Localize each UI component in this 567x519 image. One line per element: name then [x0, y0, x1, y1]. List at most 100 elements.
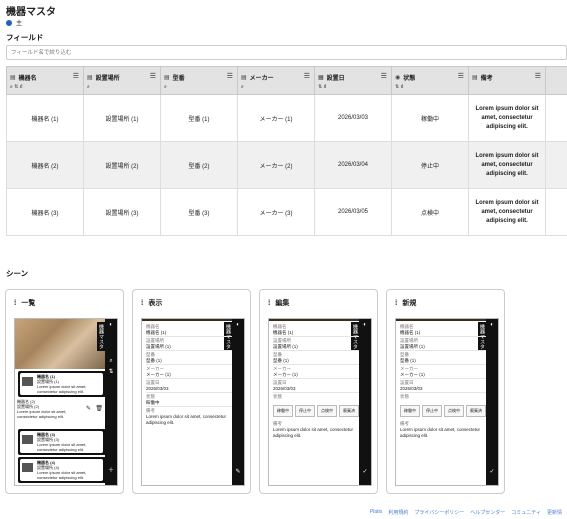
cell-name: 機器名 (2) — [6, 141, 84, 189]
cell-note: Lorem ipsum dolor sit amet, consectetur … — [468, 141, 546, 189]
footer-links: Platio 利用規約 プライバシーポリシー ヘルプセンター コミュニティ 更新… — [370, 509, 562, 516]
status-chip[interactable]: 稼働中 — [400, 405, 420, 417]
header-image — [15, 319, 107, 369]
search-sort-icons: ⌕ ⇅ ıl — [10, 84, 23, 90]
column-menu-icon[interactable]: ☰ — [458, 72, 464, 80]
status-chip[interactable]: 停止中 — [295, 405, 315, 417]
status-chip[interactable]: 停止中 — [422, 405, 442, 417]
cell-extra — [545, 94, 567, 142]
search-icon: ⌕ — [87, 84, 90, 90]
column-header-extra — [545, 66, 567, 95]
cell-name: 機器名 (3) — [6, 188, 84, 236]
column-menu-icon[interactable]: ☰ — [150, 72, 156, 80]
cell-model: 型番 (3) — [160, 188, 238, 236]
drag-handle-icon[interactable]: ⁞ — [141, 300, 143, 307]
footer-link[interactable]: ヘルプセンター — [470, 509, 505, 516]
fields-table: ▤ 機器名 ☰ ⌕ ⇅ ıl ▤ 設置場所 ☰ ⌕ ▤ 型番 ☰ ⌕ ▤ メーカー ☰ ⌕ ▦ 設置日 ☰ ⇅… — [6, 66, 567, 236]
cell-extra — [545, 188, 567, 236]
footer-link[interactable]: 更新情 — [547, 509, 562, 516]
column-menu-icon[interactable]: ☰ — [535, 72, 541, 80]
header-bar — [142, 319, 234, 321]
edit-icon[interactable]: ✎ — [86, 406, 91, 412]
list-item[interactable]: 機器名 (1) 設置場所 (1) Lorem ipsum dolor sit ame… — [18, 371, 107, 397]
cell-date: 2026/03/04 — [314, 141, 392, 189]
scene-card-view[interactable]: ⁞ 表示 機器マスタ ◐ ✎ 機器名 機器名 (1) 設置場所 設置場所 (1) 型番型… — [132, 289, 251, 494]
delete-icon[interactable]: 🗑 — [95, 406, 103, 412]
footer-link[interactable]: Platio — [370, 509, 383, 516]
column-menu-icon[interactable]: ☰ — [73, 72, 79, 80]
table-row: 機器名 (1) 設置場所 (1) 型番 (1) メーカー (1) 2026/03… — [6, 94, 567, 142]
search-icon: ⌕ — [164, 84, 167, 90]
list-icon: ▤ — [241, 75, 247, 81]
scene-label: 一覧 — [21, 300, 36, 307]
status-chip[interactable]: 点検中 — [317, 405, 337, 417]
drag-handle-icon[interactable]: ⁞ — [395, 300, 397, 307]
scenes-heading: シーン — [6, 269, 29, 278]
cell-name: 機器名 (1) — [6, 94, 84, 142]
column-menu-icon[interactable]: ☰ — [304, 72, 310, 80]
drag-handle-icon[interactable]: ⁞ — [14, 300, 16, 307]
list-icon: ▤ — [10, 75, 16, 81]
column-header-note[interactable]: ▤ 備考 ☰ — [468, 66, 546, 95]
scene-label: 表示 — [148, 300, 163, 307]
list-icon: ▤ — [472, 75, 478, 81]
cell-model: 型番 (1) — [160, 94, 238, 142]
scene-label: 編集 — [275, 300, 290, 307]
footer-link[interactable]: プライバシーポリシー — [414, 509, 464, 516]
sort-icons: ⇅ ıl — [395, 84, 404, 90]
primary-label: 主 — [16, 21, 23, 27]
cell-maker: メーカー (3) — [237, 188, 315, 236]
cell-status: 稼働中 — [391, 94, 469, 142]
column-header-place[interactable]: ▤ 設置場所 ☰ ⌕ — [83, 66, 161, 95]
column-header-status[interactable]: ◉ 状態 ☰ ⇅ ıl — [391, 66, 469, 95]
status-chip[interactable]: 廃棄済 — [466, 405, 486, 417]
theme-icon: ◐ — [490, 322, 494, 328]
status-chips: 稼働中 停止中 点検中 廃棄済 — [273, 405, 359, 417]
footer-link[interactable]: 利用規約 — [388, 509, 408, 516]
scene-card-list[interactable]: ⁞ 一覧 機器マスタ ◐ ⌕ ⇅ ＋ 機器名 (1) 設置場所 (1) Lorem ipsu… — [5, 289, 124, 494]
primary-dot-icon — [6, 19, 12, 26]
scene-card-edit[interactable]: ⁞ 編集 機器マスタ ◐ ✓ 機器名 機器名 (1) 設置場所 設置場所 (1) 型番型… — [259, 289, 378, 494]
theme-icon: ◐ — [236, 322, 240, 328]
drag-handle-icon[interactable]: ⁞ — [268, 300, 270, 307]
edit-icon[interactable]: ✎ — [232, 468, 244, 475]
phone-preview: 機器マスタ ◐ ✓ 機器名 機器名 (1) 設置場所 設置場所 (1) 型番 型番 (1… — [395, 318, 499, 486]
list-icon: ▤ — [87, 75, 93, 81]
table-row: 機器名 (3) 設置場所 (3) 型番 (3) メーカー (3) 2026/03… — [6, 188, 567, 236]
column-menu-icon[interactable]: ☰ — [227, 72, 233, 80]
header-bar — [396, 319, 488, 321]
column-header-maker[interactable]: ▤ メーカー ☰ ⌕ — [237, 66, 315, 95]
status-chip[interactable]: 廃棄済 — [339, 405, 359, 417]
sort-icons: ⇅ ıl — [318, 84, 327, 90]
swiped-list-item[interactable]: 機器名 (2) 設置場所 (2) Lorem ipsum dolor sit ame… — [17, 399, 105, 429]
phone-preview: 機器マスタ ◐ ✓ 機器名 機器名 (1) 設置場所 設置場所 (1) 型番 型番 (1… — [268, 318, 372, 486]
status-chip[interactable]: 稼働中 — [273, 405, 293, 417]
list-icon: ▤ — [164, 75, 170, 81]
side-toolbar: ◐ ✓ — [359, 319, 371, 485]
footer-link[interactable]: コミュニティ — [511, 509, 541, 516]
column-header-model[interactable]: ▤ 型番 ☰ ⌕ — [160, 66, 238, 95]
list-item[interactable]: 機器名 (4) 設置場所 (4) Lorem ipsum dolor sit ame… — [18, 457, 107, 483]
cell-note: Lorem ipsum dolor sit amet, consectetur … — [468, 94, 546, 142]
status-chip[interactable]: 点検中 — [444, 405, 464, 417]
fields-heading: フィールド — [6, 33, 44, 42]
thumbnail-icon — [22, 463, 33, 472]
column-header-date[interactable]: ▦ 設置日 ☰ ⇅ ıl — [314, 66, 392, 95]
table-row: 機器名 (2) 設置場所 (2) 型番 (2) メーカー (2) 2026/03… — [6, 141, 567, 189]
list-item[interactable]: 機器名 (3) 設置場所 (3) Lorem ipsum dolor sit ame… — [18, 429, 107, 455]
search-icon: ⌕ — [241, 84, 244, 90]
cell-place: 設置場所 (2) — [83, 141, 161, 189]
column-menu-icon[interactable]: ☰ — [381, 72, 387, 80]
cell-note: Lorem ipsum dolor sit amet, consectetur … — [468, 188, 546, 236]
cell-model: 型番 (2) — [160, 141, 238, 189]
scene-card-new[interactable]: ⁞ 新規 機器マスタ ◐ ✓ 機器名 機器名 (1) 設置場所 設置場所 (1) 型番型… — [386, 289, 505, 494]
theme-icon: ◐ — [109, 322, 113, 328]
field-filter-input[interactable] — [6, 45, 567, 60]
column-header-name[interactable]: ▤ 機器名 ☰ ⌕ ⇅ ıl — [6, 66, 84, 95]
check-icon[interactable]: ✓ — [486, 468, 498, 475]
eye-icon: ◉ — [395, 75, 401, 81]
cell-date: 2026/03/05 — [314, 188, 392, 236]
search-icon[interactable]: ⌕ — [105, 358, 117, 365]
check-icon[interactable]: ✓ — [359, 468, 371, 475]
scene-label: 新規 — [402, 300, 417, 307]
